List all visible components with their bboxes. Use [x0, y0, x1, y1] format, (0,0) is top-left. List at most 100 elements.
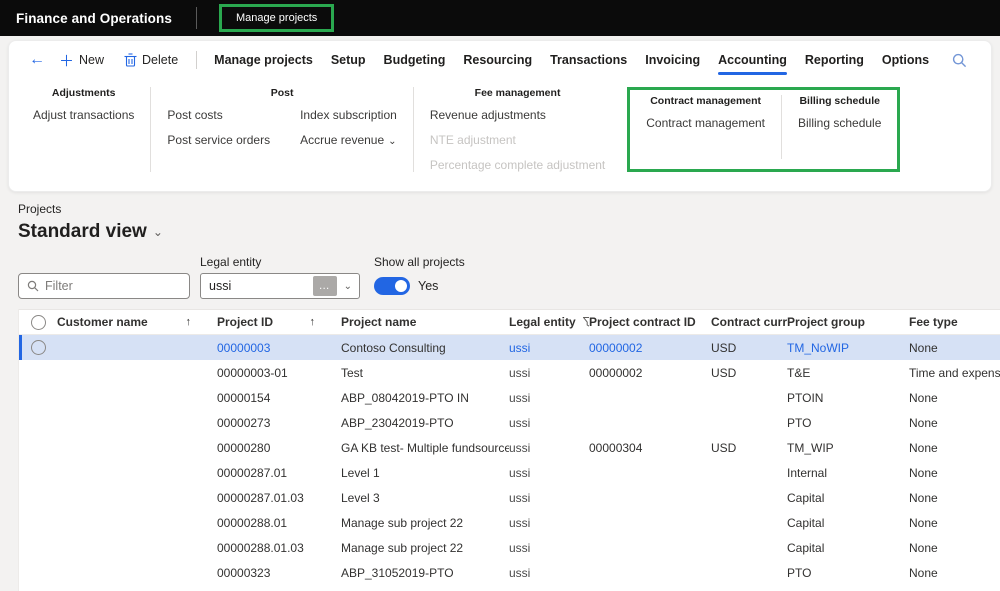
- project-id-cell[interactable]: 00000003-01: [217, 366, 341, 380]
- project-name-cell: ABP_31052019-PTO: [341, 566, 509, 580]
- table-row[interactable]: 00000288.01.03 Manage sub project 22 uss…: [19, 535, 1000, 560]
- table-row[interactable]: 00000333 ABP_1062019-PTO- Created ussi P…: [19, 585, 1000, 591]
- page-content: Projects Standard view ⌄ Legal entity us…: [0, 192, 1000, 299]
- post-service-orders-button[interactable]: Post service orders: [167, 133, 270, 147]
- tab-manage-projects[interactable]: Manage projects: [205, 45, 322, 75]
- project-id-link[interactable]: 00000003: [217, 341, 341, 355]
- project-group-cell: TM_WIP: [787, 441, 909, 455]
- contract-id-cell: 00000304: [589, 441, 711, 455]
- topbar-divider: [196, 7, 197, 29]
- index-subscription-button[interactable]: Index subscription: [300, 108, 397, 122]
- grid-header-row: Customer name↑ Project ID↑ Project name …: [19, 309, 1000, 335]
- group-contract-management: Contract management Contract management: [630, 95, 781, 159]
- project-id-cell[interactable]: 00000287.01.03: [217, 491, 341, 505]
- table-row[interactable]: 00000273 ABP_23042019-PTO ussi PTO None: [19, 410, 1000, 435]
- project-name-cell: Manage sub project 22: [341, 541, 509, 555]
- new-button[interactable]: ＋ New: [49, 50, 114, 71]
- legal-entity-cell: ussi: [509, 541, 589, 555]
- tab-resourcing[interactable]: Resourcing: [454, 45, 541, 75]
- fee-type-cell: None: [909, 416, 1000, 430]
- table-row[interactable]: 00000287.01.03 Level 3 ussi Capital None: [19, 485, 1000, 510]
- column-header-customer-name[interactable]: Customer name↑: [57, 315, 217, 329]
- project-group-link[interactable]: TM_NoWIP: [787, 341, 909, 355]
- search-icon[interactable]: [952, 53, 967, 68]
- contract-id-link[interactable]: 00000002: [589, 341, 711, 355]
- tab-reporting[interactable]: Reporting: [796, 45, 873, 75]
- group-title: Billing schedule: [799, 95, 880, 107]
- row-checkbox[interactable]: [19, 340, 57, 355]
- group-title: Fee management: [475, 87, 561, 99]
- page-tab-manage-projects[interactable]: Manage projects: [219, 4, 334, 32]
- fee-type-cell: None: [909, 391, 1000, 405]
- tab-accounting[interactable]: Accounting: [709, 45, 796, 75]
- view-selector[interactable]: Standard view ⌄: [18, 221, 1000, 243]
- column-header-project-contract-id[interactable]: Project contract ID: [589, 315, 711, 329]
- table-row[interactable]: 00000003-01 Test ussi 00000002 USD T&E T…: [19, 360, 1000, 385]
- table-row[interactable]: 00000280 GA KB test- Multiple fundsource…: [19, 435, 1000, 460]
- project-id-cell[interactable]: 00000287.01: [217, 466, 341, 480]
- chevron-down-icon[interactable]: ⌄: [337, 281, 359, 292]
- legal-entity-cell: ussi: [509, 366, 589, 380]
- accrue-revenue-button[interactable]: Accrue revenue⌄: [300, 133, 396, 147]
- column-header-fee-type[interactable]: Fee type: [909, 315, 1000, 329]
- project-name-cell: GA KB test- Multiple fundsource: [341, 441, 509, 455]
- billing-schedule-button[interactable]: Billing schedule: [798, 116, 881, 130]
- table-row[interactable]: 00000323 ABP_31052019-PTO ussi PTO None: [19, 560, 1000, 585]
- project-id-cell[interactable]: 00000288.01.03: [217, 541, 341, 555]
- project-id-cell[interactable]: 00000323: [217, 566, 341, 580]
- project-id-cell[interactable]: 00000154: [217, 391, 341, 405]
- delete-button[interactable]: Delete: [114, 53, 188, 67]
- tab-transactions[interactable]: Transactions: [541, 45, 636, 75]
- column-header-project-group[interactable]: Project group: [787, 315, 909, 329]
- group-billing-schedule: Billing schedule Billing schedule: [782, 95, 897, 159]
- adjust-transactions-button[interactable]: Adjust transactions: [33, 108, 134, 122]
- show-all-projects-toggle[interactable]: [374, 277, 410, 295]
- column-header-legal-entity[interactable]: Legal entity: [509, 315, 589, 329]
- project-id-cell[interactable]: 00000280: [217, 441, 341, 455]
- fee-type-cell: None: [909, 566, 1000, 580]
- currency-cell: USD: [711, 441, 787, 455]
- project-name-cell: Level 1: [341, 466, 509, 480]
- back-arrow-icon[interactable]: ←: [25, 52, 49, 68]
- contract-management-button[interactable]: Contract management: [646, 116, 765, 130]
- lookup-ellipsis-button[interactable]: …: [313, 276, 337, 296]
- tab-budgeting[interactable]: Budgeting: [375, 45, 455, 75]
- command-bar: ← ＋ New Delete Manage projects Setup Bud…: [9, 41, 991, 77]
- legal-entity-combobox[interactable]: ussi … ⌄: [200, 273, 360, 299]
- project-id-cell[interactable]: 00000288.01: [217, 516, 341, 530]
- group-title: Adjustments: [52, 87, 116, 99]
- fee-type-cell: None: [909, 491, 1000, 505]
- column-header-project-name[interactable]: Project name: [341, 315, 509, 329]
- table-row[interactable]: 00000003 Contoso Consulting ussi 0000000…: [19, 335, 1000, 360]
- legal-entity-cell: ussi: [509, 391, 589, 405]
- post-costs-button[interactable]: Post costs: [167, 108, 222, 122]
- project-group-cell: Capital: [787, 491, 909, 505]
- select-all-checkbox[interactable]: [19, 315, 57, 330]
- tab-options[interactable]: Options: [873, 45, 938, 75]
- app-title: Finance and Operations: [16, 11, 172, 26]
- tab-setup[interactable]: Setup: [322, 45, 375, 75]
- action-pane: ← ＋ New Delete Manage projects Setup Bud…: [8, 40, 992, 192]
- project-group-cell: PTO: [787, 566, 909, 580]
- fee-type-cell: None: [909, 441, 1000, 455]
- trash-icon: [124, 53, 137, 67]
- legal-entity-label: Legal entity: [200, 255, 360, 269]
- legal-entity-link[interactable]: ussi: [509, 341, 589, 355]
- quick-filter[interactable]: [18, 273, 190, 299]
- projects-grid: Customer name↑ Project ID↑ Project name …: [18, 309, 1000, 591]
- fee-type-cell: None: [909, 341, 1000, 355]
- table-row[interactable]: 00000154 ABP_08042019-PTO IN ussi PTOIN …: [19, 385, 1000, 410]
- column-header-contract-currency[interactable]: Contract curre...: [711, 315, 787, 329]
- legal-entity-cell: ussi: [509, 491, 589, 505]
- tab-invoicing[interactable]: Invoicing: [636, 45, 709, 75]
- column-header-project-id[interactable]: Project ID↑: [217, 315, 341, 329]
- table-row[interactable]: 00000288.01 Manage sub project 22 ussi C…: [19, 510, 1000, 535]
- revenue-adjustments-button[interactable]: Revenue adjustments: [430, 108, 546, 122]
- group-adjustments: Adjustments Adjust transactions: [17, 87, 150, 172]
- project-id-cell[interactable]: 00000273: [217, 416, 341, 430]
- table-row[interactable]: 00000287.01 Level 1 ussi Internal None: [19, 460, 1000, 485]
- filter-input[interactable]: [45, 279, 181, 293]
- green-highlight-box: Contract management Contract management …: [627, 87, 900, 172]
- sort-ascending-icon: ↑: [310, 316, 332, 328]
- project-group-cell: T&E: [787, 366, 909, 380]
